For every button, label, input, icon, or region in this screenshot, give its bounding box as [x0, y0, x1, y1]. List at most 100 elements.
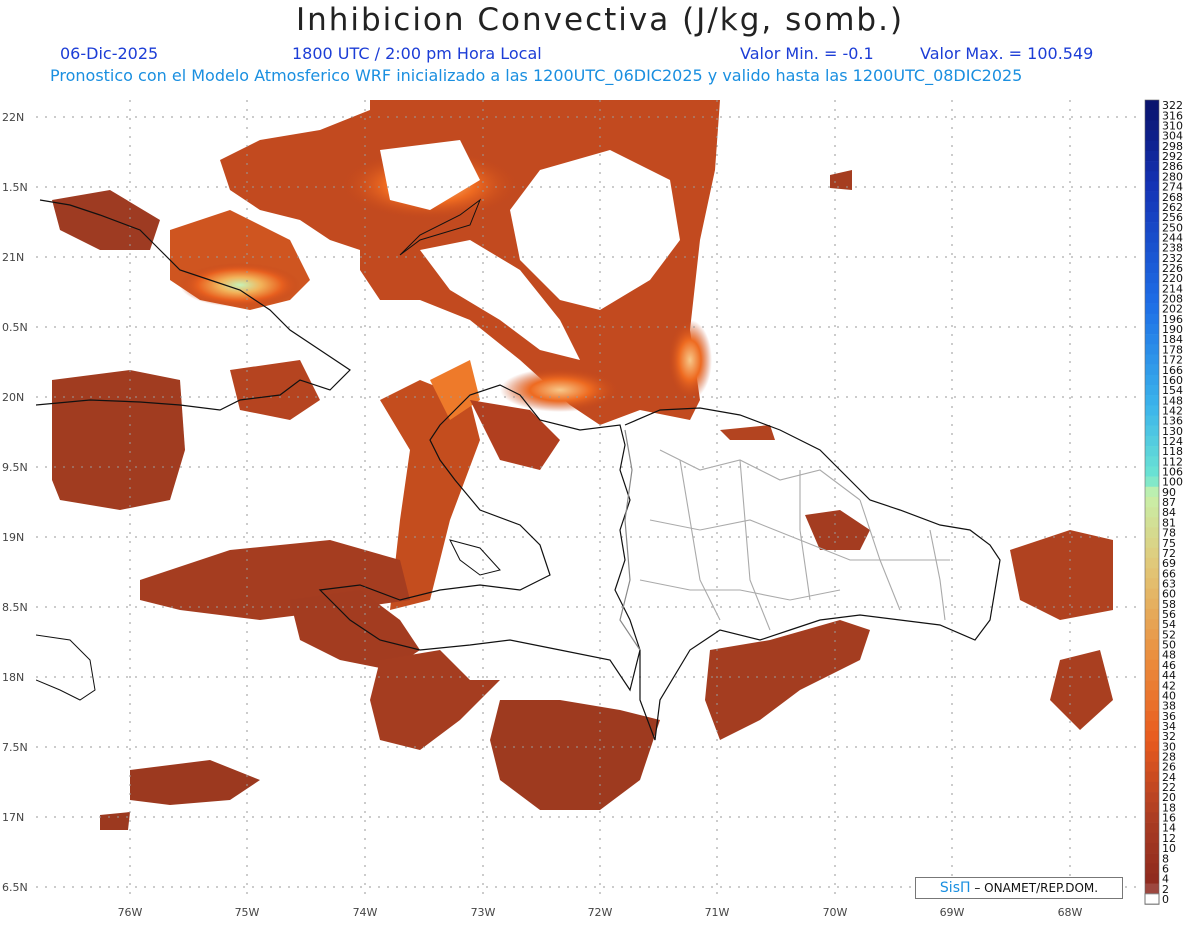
lat-labels: 22N 1.5N 21N 0.5N 20N 9.5N 19N 8.5N 18N … — [2, 111, 28, 894]
colorbar-swatch — [1145, 476, 1159, 488]
colorbar-swatch — [1145, 130, 1159, 142]
colorbar-swatch — [1145, 812, 1159, 823]
colorbar-swatch — [1145, 486, 1159, 498]
colorbar-swatch — [1145, 669, 1159, 681]
lat-label: 19N — [2, 531, 24, 544]
colorbar-swatch — [1145, 690, 1159, 701]
colorbar-swatch — [1145, 792, 1159, 803]
lon-label: 75W — [235, 906, 260, 919]
lat-label: 6.5N — [2, 881, 28, 894]
colorbar-swatch — [1145, 873, 1159, 884]
lat-label: 8.5N — [2, 601, 28, 614]
colorbar-swatch — [1145, 313, 1159, 325]
colorbar-swatch — [1145, 771, 1159, 783]
lat-label: 20N — [2, 391, 24, 404]
colorbar-swatch — [1145, 832, 1159, 844]
colorbar-swatch — [1144, 893, 1160, 905]
lat-label: 1.5N — [2, 181, 28, 194]
colorbar-swatch — [1145, 150, 1159, 162]
map-canvas: 22N 1.5N 21N 0.5N 20N 9.5N 19N 8.5N 18N … — [2, 99, 1183, 919]
colorbar-swatch — [1145, 262, 1159, 274]
colorbar-swatch — [1145, 527, 1159, 538]
colorbar-swatch — [1145, 384, 1159, 396]
colorbar-swatch — [1145, 496, 1159, 508]
colorbar-swatch — [1145, 435, 1159, 447]
lon-label: 74W — [353, 906, 378, 919]
lat-label: 7.5N — [2, 741, 28, 754]
colorbar: 3223163103042982922862802742682622562502… — [1144, 99, 1183, 906]
colorbar-swatch — [1145, 140, 1159, 152]
colorbar-swatch — [1145, 425, 1159, 437]
colorbar-swatch — [1145, 710, 1159, 722]
colorbar-swatch — [1145, 252, 1159, 264]
colorbar-swatch — [1145, 100, 1159, 111]
field-hot-windward — [500, 368, 620, 412]
colorbar-swatch — [1145, 161, 1159, 172]
colorbar-swatch — [1145, 293, 1159, 304]
colorbar-swatch — [1145, 639, 1159, 650]
colorbar-swatch — [1145, 395, 1159, 406]
lon-label: 71W — [705, 906, 730, 919]
colorbar-swatch — [1145, 232, 1159, 243]
colorbar-swatch — [1145, 283, 1159, 294]
colorbar-swatch — [1145, 374, 1159, 386]
colorbar-swatch — [1145, 720, 1159, 732]
colorbar-swatch — [1145, 273, 1159, 284]
credit-brand: SisΠ — [939, 880, 971, 896]
lat-label: 22N — [2, 111, 24, 124]
credit-text: – ONAMET/REP.DOM. — [974, 881, 1099, 895]
lat-label: 17N — [2, 811, 24, 824]
lat-label: 18N — [2, 671, 24, 684]
colorbar-swatch — [1145, 344, 1159, 355]
colorbar-swatch — [1145, 619, 1159, 630]
colorbar-swatch — [1145, 456, 1159, 467]
field-peak-nw — [180, 263, 300, 307]
colorbar-swatch — [1145, 680, 1159, 691]
colorbar-swatch — [1145, 303, 1159, 315]
colorbar-swatch — [1145, 588, 1159, 599]
colorbar-swatch — [1145, 598, 1159, 610]
colorbar-swatch — [1145, 537, 1159, 549]
colorbar-swatch — [1145, 242, 1159, 253]
colorbar-swatch — [1145, 181, 1159, 192]
lat-label: 21N — [2, 251, 24, 264]
lon-label: 73W — [471, 906, 496, 919]
colorbar-swatch — [1145, 883, 1159, 895]
colorbar-swatch — [1145, 822, 1159, 834]
colorbar-swatch — [1145, 201, 1159, 213]
colorbar-swatch — [1145, 761, 1159, 772]
colorbar-swatch — [1145, 781, 1159, 793]
colorbar-swatch — [1145, 700, 1159, 711]
colorbar-swatch — [1145, 863, 1159, 874]
colorbar-swatch — [1145, 842, 1159, 854]
colorbar-swatch — [1145, 120, 1159, 131]
colorbar-swatch — [1145, 751, 1159, 762]
colorbar-swatch — [1145, 415, 1159, 426]
colorbar-label: 0 — [1162, 893, 1169, 906]
credit-box: SisΠ – ONAMET/REP.DOM. — [915, 877, 1123, 899]
lon-label: 68W — [1058, 906, 1083, 919]
colorbar-swatch — [1145, 853, 1159, 864]
colorbar-swatch — [1145, 578, 1159, 589]
colorbar-swatch — [1145, 649, 1159, 661]
lon-label: 70W — [823, 906, 848, 919]
lon-labels: 76W 75W 74W 73W 72W 71W 70W 69W 68W — [118, 906, 1083, 919]
field-west — [52, 370, 185, 510]
colorbar-swatch — [1145, 364, 1159, 376]
lat-label: 9.5N — [2, 461, 28, 474]
colorbar-swatch — [1145, 334, 1159, 345]
colorbar-swatch — [1145, 191, 1159, 203]
colorbar-swatch — [1145, 446, 1159, 457]
colorbar-swatch — [1145, 608, 1159, 620]
colorbar-swatch — [1145, 211, 1159, 223]
lon-label: 76W — [118, 906, 143, 919]
colorbar-swatch — [1145, 507, 1159, 518]
colorbar-swatch — [1145, 405, 1159, 416]
colorbar-swatch — [1145, 741, 1159, 752]
colorbar-swatch — [1145, 730, 1159, 742]
lon-label: 69W — [940, 906, 965, 919]
colorbar-swatch — [1145, 629, 1159, 640]
colorbar-swatch — [1145, 517, 1159, 528]
colorbar-swatch — [1145, 557, 1159, 569]
field-south-4 — [100, 812, 130, 830]
